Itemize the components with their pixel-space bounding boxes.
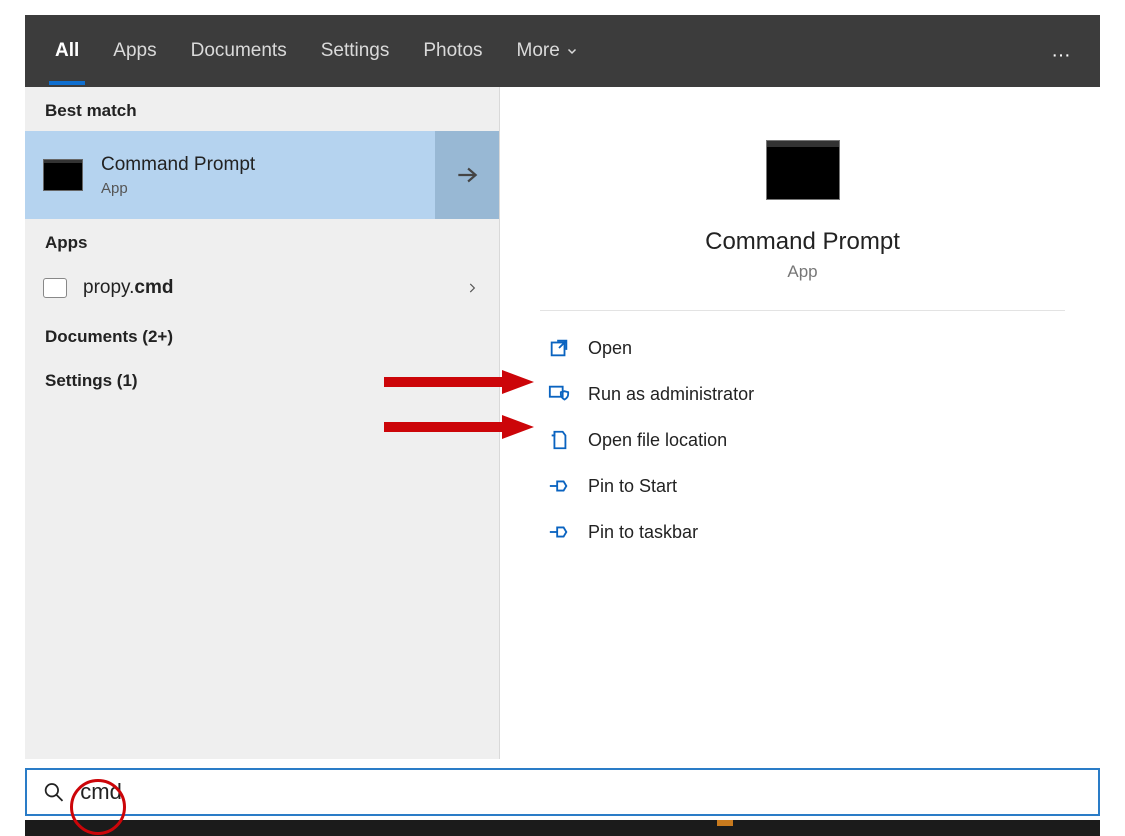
best-match-item[interactable]: Command Prompt App xyxy=(25,131,435,219)
best-match-title: Command Prompt xyxy=(101,154,255,176)
header-tabs: All Apps Documents Settings Photos More xyxy=(25,15,1100,87)
app-result-item[interactable]: propy.cmd xyxy=(25,263,499,313)
best-match-label: Best match xyxy=(25,87,499,131)
command-prompt-icon xyxy=(766,140,840,200)
best-match-row: Command Prompt App xyxy=(25,131,499,219)
tab-more-label: More xyxy=(517,40,560,62)
action-label: Pin to taskbar xyxy=(588,522,698,543)
search-bar[interactable] xyxy=(25,768,1100,816)
arrow-right-icon xyxy=(454,162,480,188)
detail-divider xyxy=(540,310,1065,311)
action-pin-to-taskbar[interactable]: Pin to taskbar xyxy=(510,509,1095,555)
chevron-right-icon xyxy=(465,281,479,295)
detail-actions: Open Run as administrator Open file loca… xyxy=(510,319,1095,555)
pin-taskbar-icon xyxy=(548,521,570,543)
action-open[interactable]: Open xyxy=(510,325,1095,371)
open-icon xyxy=(548,337,570,359)
pin-start-icon xyxy=(548,475,570,497)
tab-more[interactable]: More xyxy=(517,40,578,62)
best-match-sub: App xyxy=(101,180,255,197)
detail-top: Command Prompt App xyxy=(510,100,1095,282)
app-result-name: propy.cmd xyxy=(83,277,173,299)
chevron-down-icon xyxy=(566,45,578,57)
script-file-icon xyxy=(43,278,67,298)
action-label: Open xyxy=(588,338,632,359)
tab-settings[interactable]: Settings xyxy=(321,40,390,62)
app-result-left: propy.cmd xyxy=(43,277,173,299)
run-admin-icon xyxy=(548,383,570,405)
results-panel: Best match Command Prompt App Apps propy… xyxy=(25,87,500,759)
header-overflow-button[interactable]: … xyxy=(1051,40,1072,63)
action-label: Open file location xyxy=(588,430,727,451)
search-icon xyxy=(43,781,64,803)
search-input[interactable] xyxy=(78,778,1098,806)
tab-apps[interactable]: Apps xyxy=(113,40,156,62)
tab-documents[interactable]: Documents xyxy=(191,40,287,62)
action-label: Run as administrator xyxy=(588,384,754,405)
tab-all[interactable]: All xyxy=(55,40,79,62)
action-run-as-admin[interactable]: Run as administrator xyxy=(510,371,1095,417)
best-match-texts: Command Prompt App xyxy=(101,154,255,197)
best-match-expand-button[interactable] xyxy=(435,131,499,219)
open-loc-icon xyxy=(548,429,570,451)
action-pin-to-start[interactable]: Pin to Start xyxy=(510,463,1095,509)
settings-label[interactable]: Settings (1) xyxy=(25,357,499,401)
detail-title: Command Prompt xyxy=(510,228,1095,256)
action-open-file-location[interactable]: Open file location xyxy=(510,417,1095,463)
detail-panel: Command Prompt App Open Run as administr… xyxy=(510,100,1095,760)
taskbar-strip xyxy=(25,820,1100,836)
action-label: Pin to Start xyxy=(588,476,677,497)
detail-sub: App xyxy=(510,262,1095,282)
documents-label[interactable]: Documents (2+) xyxy=(25,313,499,357)
command-prompt-icon xyxy=(43,159,83,191)
tab-photos[interactable]: Photos xyxy=(423,40,482,62)
search-header: All Apps Documents Settings Photos More … xyxy=(25,15,1100,87)
apps-label: Apps xyxy=(25,219,499,263)
